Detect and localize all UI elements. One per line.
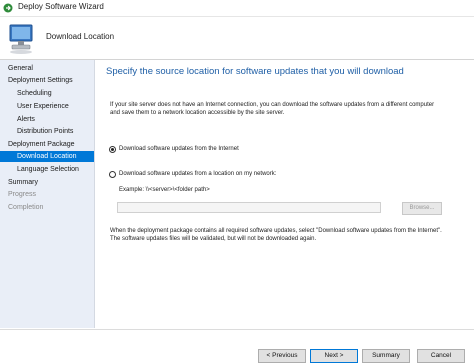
- note-line: When the deployment package contains all…: [110, 228, 442, 234]
- window-title: Deploy Software Wizard: [18, 2, 104, 11]
- radio-button-unchecked[interactable]: [109, 171, 116, 178]
- sidebar-item-download-location[interactable]: Download Location: [0, 151, 94, 162]
- wizard-content: Specify the source location for software…: [95, 60, 474, 328]
- browse-button[interactable]: Browse...: [402, 202, 442, 215]
- sidebar-item-progress: Progress: [0, 189, 94, 200]
- sidebar-item-label: Language Selection: [17, 166, 79, 173]
- sidebar-item-label: Download Location: [17, 153, 77, 160]
- sidebar-item-deployment-settings[interactable]: Deployment Settings: [0, 75, 94, 86]
- radio-label[interactable]: Download software updates from a locatio…: [119, 169, 276, 179]
- wizard-footer: < Previous Next > Summary Cancel: [0, 329, 474, 363]
- sidebar-item-deployment-package[interactable]: Deployment Package: [0, 139, 94, 150]
- sidebar-item-label: Distribution Points: [17, 128, 74, 135]
- sidebar-item-scheduling[interactable]: Scheduling: [0, 88, 94, 99]
- page-heading: Specify the source location for software…: [106, 66, 404, 77]
- sidebar-item-summary[interactable]: Summary: [0, 177, 94, 188]
- sidebar-item-completion: Completion: [0, 202, 94, 213]
- intro-text: If your site server does not have an Int…: [110, 101, 460, 117]
- wizard-sidebar: General Deployment Settings Scheduling U…: [0, 60, 95, 328]
- network-path-input[interactable]: [117, 202, 381, 213]
- sidebar-item-label: Scheduling: [17, 90, 52, 97]
- computer-install-icon: [9, 24, 33, 54]
- next-button[interactable]: Next >: [310, 349, 358, 363]
- radio-button-checked[interactable]: [109, 146, 116, 153]
- sidebar-item-label: Alerts: [17, 116, 35, 123]
- radio-dot: [111, 148, 114, 151]
- note-line: The software updates files will be valid…: [110, 236, 317, 242]
- sidebar-item-language-selection[interactable]: Language Selection: [0, 164, 94, 175]
- sidebar-item-general[interactable]: General: [0, 63, 94, 74]
- sidebar-item-label: Deployment Settings: [8, 77, 73, 84]
- banner-title: Download Location: [46, 32, 115, 41]
- summary-button[interactable]: Summary: [362, 349, 410, 363]
- path-example-text: Example: \\<server>\<folder path>: [119, 187, 210, 193]
- sidebar-item-distribution-points[interactable]: Distribution Points: [0, 126, 94, 137]
- sidebar-item-label: Summary: [8, 179, 38, 186]
- previous-button[interactable]: < Previous: [258, 349, 306, 363]
- sidebar-item-user-experience[interactable]: User Experience: [0, 101, 94, 112]
- cancel-button[interactable]: Cancel: [417, 349, 465, 363]
- arrow-right-icon: [3, 3, 13, 13]
- wizard-banner: Download Location: [0, 17, 474, 60]
- intro-line: and save them to a network location acce…: [110, 110, 285, 116]
- sidebar-item-label: Completion: [8, 204, 44, 211]
- note-text: When the deployment package contains all…: [110, 227, 460, 243]
- sidebar-item-label: User Experience: [17, 103, 69, 110]
- sidebar-item-alerts[interactable]: Alerts: [0, 114, 94, 125]
- sidebar-item-label: Deployment Package: [8, 141, 75, 148]
- sidebar-item-label: General: [8, 65, 33, 72]
- radio-label[interactable]: Download software updates from the Inter…: [119, 144, 239, 154]
- intro-line: If your site server does not have an Int…: [110, 102, 435, 108]
- sidebar-item-label: Progress: [8, 191, 37, 198]
- title-bar: Deploy Software Wizard: [0, 0, 474, 17]
